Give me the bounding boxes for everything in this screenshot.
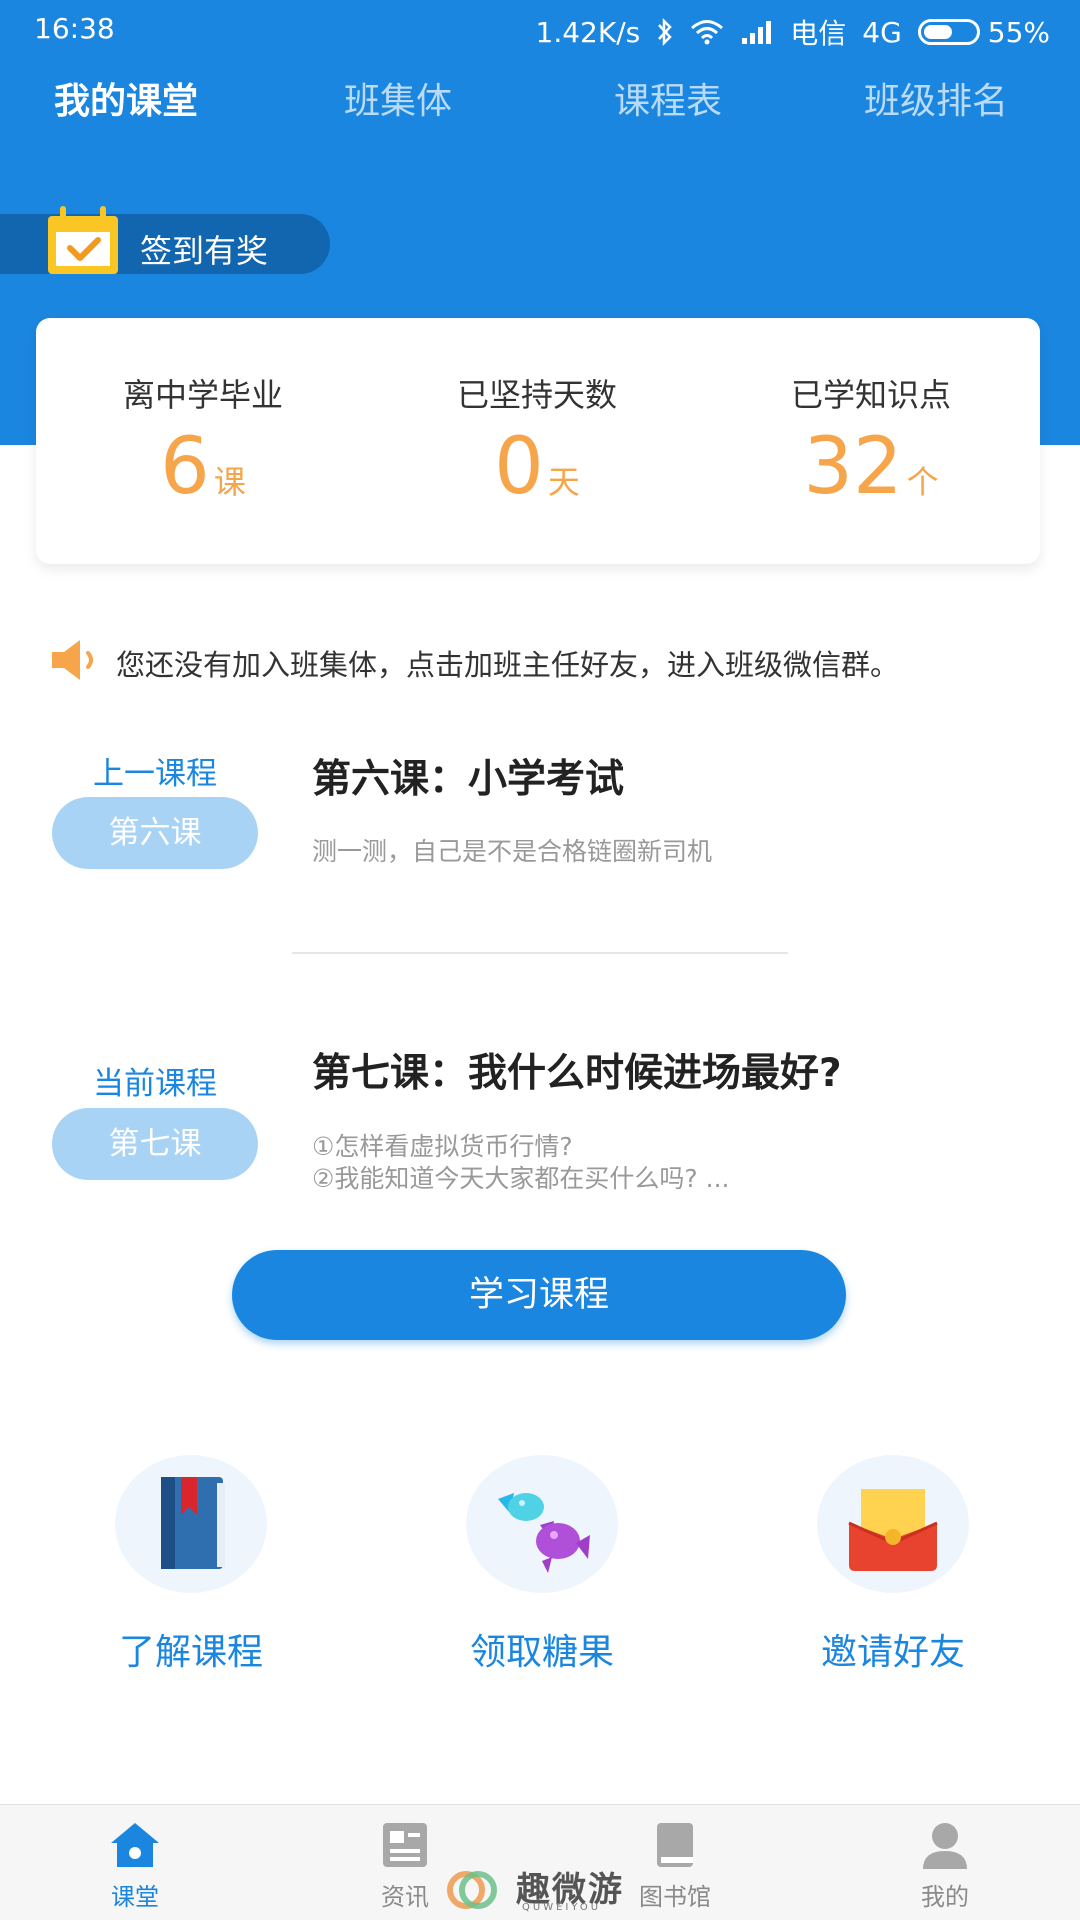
- feature-circle: [817, 1455, 969, 1593]
- checkin-reward-button[interactable]: 签到有奖: [0, 206, 330, 274]
- stats-card: 离中学毕业 6课 已坚持天数 0天 已学知识点 32 个: [36, 318, 1040, 564]
- notice-text: 您还没有加入班集体，点击加班主任好友，进入班级微信群。: [116, 648, 900, 682]
- calendar-check-icon: [48, 206, 118, 274]
- status-time: 16:38: [34, 12, 115, 45]
- network-speed: 1.42K/s: [535, 15, 641, 49]
- stat-unit: 天: [547, 463, 580, 501]
- battery-percent: 55%: [987, 15, 1050, 49]
- nav-classroom[interactable]: 课堂: [35, 1805, 235, 1920]
- stat-value: 0天: [370, 422, 704, 512]
- course-divider: [292, 952, 788, 954]
- bluetooth-icon: [656, 18, 674, 46]
- battery-icon: [917, 19, 980, 45]
- nav-label: 课堂: [111, 1883, 159, 1911]
- feature-circle: [115, 1455, 267, 1593]
- red-envelope-icon: [848, 1489, 938, 1571]
- watermark-subtext: QUWEIYOU: [522, 1902, 602, 1913]
- previous-course-pill[interactable]: 第六课: [52, 797, 258, 869]
- watermark-logo-icon: [447, 1871, 497, 1909]
- nav-mine[interactable]: 我的: [845, 1805, 1045, 1920]
- stat-label: 已学知识点: [790, 376, 951, 414]
- current-course-title: 第七课：我什么时候进场最好?: [312, 1051, 842, 1096]
- stat-number: 32: [803, 422, 903, 512]
- current-course-pill[interactable]: 第七课: [52, 1108, 258, 1180]
- current-course-desc-line: ①怎样看虚拟货币行情?: [312, 1132, 573, 1161]
- battery-fill: [923, 25, 952, 39]
- previous-course-title: 第六课：小学考试: [312, 757, 625, 802]
- feature-label: 了解课程: [118, 1632, 263, 1673]
- news-icon: [383, 1823, 427, 1867]
- join-class-notice[interactable]: 您还没有加入班集体，点击加班主任好友，进入班级微信群。: [50, 636, 1050, 686]
- watermark: 趣微游 QUWEIYOU: [446, 1860, 646, 1916]
- carrier-name: 电信: [790, 17, 847, 50]
- tab-my-classroom[interactable]: 我的课堂: [54, 72, 198, 124]
- status-indicators: 1.42K/s 电信 4G 55%: [536, 12, 1051, 52]
- stat-label: 已坚持天数: [456, 376, 617, 414]
- nav-label: 我的: [921, 1883, 969, 1911]
- feature-label: 领取糖果: [469, 1632, 614, 1673]
- signal-icon: [740, 20, 774, 44]
- current-course-tag: 当前课程: [93, 1066, 217, 1102]
- profile-icon: [923, 1823, 967, 1869]
- network-type: 4G: [862, 15, 902, 49]
- previous-course-tag: 上一课程: [93, 756, 217, 792]
- tab-schedule[interactable]: 课程表: [614, 72, 722, 124]
- top-tab-bar: 我的课堂 班集体 课程表 班级排名: [0, 72, 1080, 132]
- stat-unit: 个: [906, 463, 939, 501]
- feature-circle: [466, 1455, 618, 1593]
- stat-number: 0: [494, 422, 544, 512]
- previous-course-desc: 测一测，自己是不是合格链圈新司机: [312, 837, 713, 866]
- book-icon: [161, 1477, 225, 1569]
- stat-unit: 课: [213, 463, 246, 501]
- speaker-icon: [52, 640, 93, 680]
- library-icon: [657, 1823, 693, 1867]
- stat-value: 32 个: [704, 422, 1038, 512]
- checkin-label: 签到有奖: [140, 232, 269, 270]
- candy-icon: [498, 1493, 590, 1573]
- wifi-icon: [690, 19, 724, 45]
- stat-value: 6课: [36, 422, 370, 512]
- tab-class-group[interactable]: 班集体: [344, 72, 452, 124]
- feature-label: 邀请好友: [820, 1632, 965, 1673]
- tab-class-ranking[interactable]: 班级排名: [864, 72, 1008, 124]
- stat-number: 6: [160, 422, 210, 512]
- status-bar: 16:38 1.42K/s 电信 4G 55%: [0, 0, 1080, 58]
- stat-label: 离中学毕业: [122, 376, 283, 414]
- battery-indicator: 55%: [917, 15, 1050, 49]
- home-icon: [111, 1823, 159, 1867]
- current-course-desc-line: ②我能知道今天大家都在买什么吗? ...: [312, 1164, 730, 1193]
- study-course-button[interactable]: 学习课程: [232, 1250, 846, 1340]
